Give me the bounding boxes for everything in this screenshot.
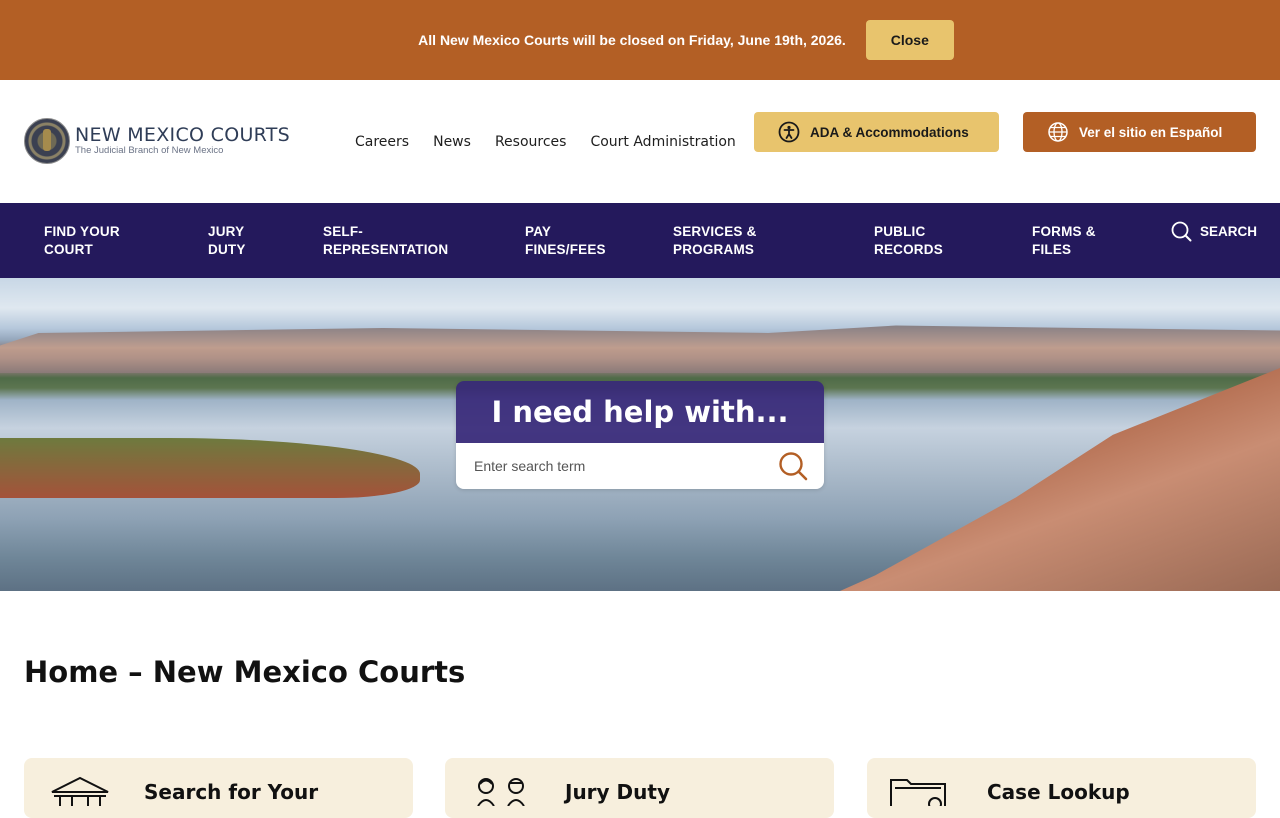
courthouse-icon (51, 776, 109, 806)
ada-label: ADA & Accommodations (810, 124, 969, 140)
nav-search-label: SEARCH (1200, 224, 1258, 239)
page-title: Home – New Mexico Courts (24, 655, 466, 689)
ada-accommodations-button[interactable]: ADA & Accommodations (754, 112, 999, 152)
close-alert-button[interactable]: Close (865, 20, 954, 60)
logo-subtitle: The Judicial Branch of New Mexico (75, 145, 224, 157)
nav-public-records[interactable]: PUBLIC RECORDS (874, 223, 943, 259)
help-search-panel: I need help with... (456, 381, 824, 489)
card-label: Case Lookup (987, 780, 1130, 804)
logo-title: NEW MEXICO COURTS (75, 124, 291, 147)
card-label: Jury Duty (565, 780, 670, 804)
court-seal-icon (24, 118, 70, 164)
hero-right-cliffs (840, 368, 1280, 591)
nav-link-resources[interactable]: Resources (495, 134, 567, 150)
utility-nav: Careers News Resources Court Administrat… (355, 80, 760, 203)
closure-alert-banner: All New Mexico Courts will be closed on … (0, 0, 1280, 80)
search-icon (1171, 221, 1192, 242)
card-search-for-your-court[interactable]: Search for Your (24, 758, 413, 818)
accessibility-icon (778, 121, 800, 143)
card-jury-duty[interactable]: Jury Duty (445, 758, 834, 818)
spanish-site-button[interactable]: Ver el sitio en Español (1023, 112, 1256, 152)
card-label: Search for Your (144, 780, 319, 804)
nav-self-representation[interactable]: SELF- REPRESENTATION (323, 223, 448, 259)
help-search-input[interactable] (456, 443, 764, 489)
nav-find-your-court[interactable]: FIND YOUR COURT (44, 223, 120, 259)
jurors-icon (477, 778, 525, 806)
spanish-label: Ver el sitio en Español (1079, 124, 1223, 140)
help-search-submit[interactable] (778, 451, 808, 486)
site-header: NEW MEXICO COURTS The Judicial Branch of… (0, 80, 1280, 203)
main-navigation: FIND YOUR COURT JURY DUTY SELF- REPRESEN… (0, 203, 1280, 278)
hero-banner: I need help with... (0, 278, 1280, 591)
site-logo[interactable]: NEW MEXICO COURTS The Judicial Branch of… (24, 118, 290, 164)
globe-icon (1048, 122, 1068, 142)
hero-mesa-backdrop (0, 325, 1280, 373)
nav-pay-fines-fees[interactable]: PAY FINES/FEES (525, 223, 606, 259)
card-case-lookup[interactable]: Case Lookup (867, 758, 1256, 818)
help-search-bar (456, 443, 824, 489)
nav-link-news[interactable]: News (433, 134, 471, 150)
nav-link-court-administration[interactable]: Court Administration (590, 134, 735, 150)
folder-icon (890, 779, 946, 806)
alert-message: All New Mexico Courts will be closed on … (418, 32, 846, 48)
nav-link-careers[interactable]: Careers (355, 134, 409, 150)
nav-services-programs[interactable]: SERVICES & PROGRAMS (673, 223, 757, 259)
nav-search-button[interactable]: SEARCH (1171, 221, 1257, 242)
help-search-title: I need help with... (456, 381, 824, 443)
nav-forms-files[interactable]: FORMS & FILES (1032, 223, 1096, 259)
search-icon (779, 452, 808, 481)
hero-left-shore (0, 438, 420, 498)
nav-jury-duty[interactable]: JURY DUTY (208, 223, 246, 259)
